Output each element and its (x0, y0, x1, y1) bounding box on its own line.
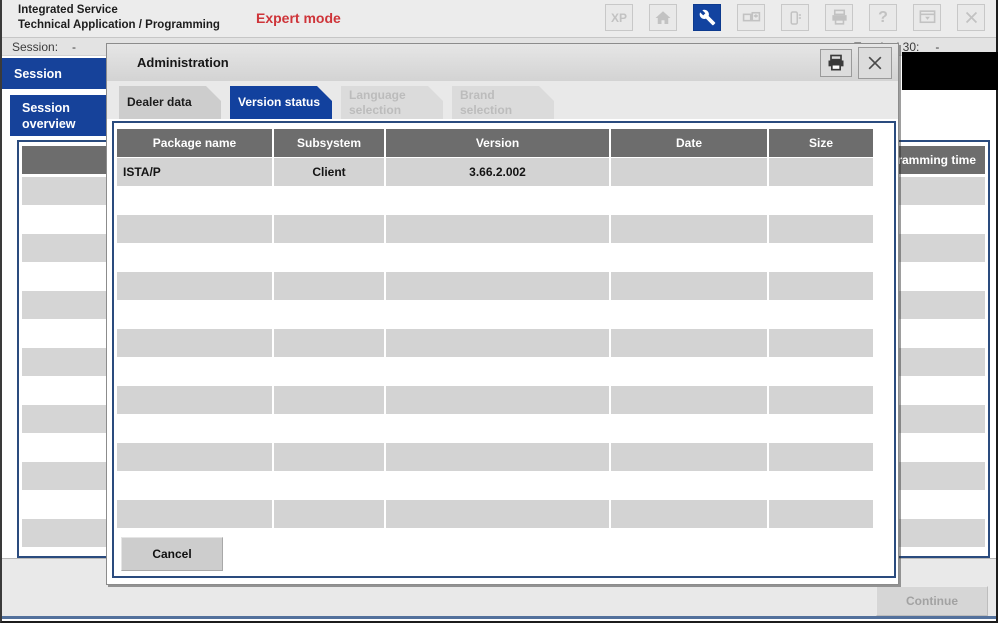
table-cell-empty (117, 329, 272, 357)
toolbar: XP ? (605, 4, 985, 31)
dialog-title: Administration (137, 55, 229, 70)
xp-label: XP (611, 11, 627, 25)
expert-mode-label: Expert mode (256, 10, 341, 26)
table-row-empty (117, 500, 875, 528)
table-cell-empty (274, 386, 384, 414)
column-header-size: Size (769, 129, 873, 157)
cell-subsystem: Client (274, 158, 384, 186)
table-cell-empty (386, 215, 609, 243)
app-header: Integrated Service Technical Application… (2, 0, 996, 38)
table-row[interactable]: ISTA/P Client 3.66.2.002 (117, 158, 875, 186)
close-icon[interactable] (858, 47, 892, 79)
home-icon[interactable] (649, 4, 677, 31)
app-title-line1: Integrated Service (18, 3, 220, 18)
session-value: - (72, 40, 76, 54)
table-cell-empty (386, 386, 609, 414)
table-cell-empty (769, 443, 873, 471)
table-cell-empty (274, 329, 384, 357)
tab-session[interactable]: Session (2, 58, 107, 89)
cancel-button[interactable]: Cancel (121, 537, 223, 571)
column-header-date: Date (611, 129, 767, 157)
tab-dealer-data[interactable]: Dealer data (119, 86, 221, 119)
table-row-empty (117, 272, 875, 300)
help-icon[interactable]: ? (869, 4, 897, 31)
cell-package-name: ISTA/P (117, 158, 272, 186)
battery-icon[interactable] (781, 4, 809, 31)
table-cell-empty (274, 500, 384, 528)
column-header-version: Version (386, 129, 609, 157)
cell-size (769, 158, 873, 186)
table-cell-empty (611, 443, 767, 471)
table-cell-empty (611, 272, 767, 300)
table-cell-empty (117, 443, 272, 471)
table-cell-empty (117, 500, 272, 528)
tab-language-selection: Language selection (341, 86, 443, 119)
table-cell-empty (274, 215, 384, 243)
table-row-empty (117, 443, 875, 471)
table-cell-empty (117, 272, 272, 300)
table-row-empty (117, 329, 875, 357)
tab-brand-selection: Brand selection (452, 86, 554, 119)
window-icon[interactable] (913, 4, 941, 31)
table-cell-empty (611, 215, 767, 243)
printer-icon[interactable] (825, 4, 853, 31)
table-cell-empty (386, 443, 609, 471)
table-cell-empty (386, 272, 609, 300)
help-label: ? (878, 9, 888, 27)
app-title: Integrated Service Technical Application… (18, 3, 220, 32)
table-cell-empty (386, 329, 609, 357)
table-cell-empty (274, 443, 384, 471)
administration-dialog: Administration Dealer data Version statu… (106, 43, 899, 585)
dialog-tabs: Dealer data Version status Language sele… (119, 86, 554, 119)
session-status: Session:- (12, 40, 76, 54)
print-icon[interactable] (820, 49, 852, 77)
tab-version-status[interactable]: Version status (230, 86, 332, 119)
cell-version: 3.66.2.002 (386, 158, 609, 186)
table-cell-empty (117, 215, 272, 243)
table-row-empty (117, 386, 875, 414)
column-header-subsystem: Subsystem (274, 129, 384, 157)
continue-button[interactable]: Continue (876, 586, 988, 616)
table-cell-empty (769, 272, 873, 300)
table-cell-empty (611, 500, 767, 528)
session-label: Session: (12, 40, 58, 54)
table-cell-empty (386, 500, 609, 528)
version-table: Package name Subsystem Version Date Size… (112, 121, 896, 578)
table-cell-empty (611, 329, 767, 357)
table-cell-empty (117, 386, 272, 414)
table-header-row: Package name Subsystem Version Date Size (117, 129, 875, 157)
table-cell-empty (274, 272, 384, 300)
connection-icon[interactable] (737, 4, 765, 31)
cell-date (611, 158, 767, 186)
app-window: Integrated Service Technical Application… (0, 0, 998, 623)
table-cell-empty (769, 500, 873, 528)
table-cell-empty (611, 386, 767, 414)
close-icon[interactable] (957, 4, 985, 31)
table-cell-empty (769, 329, 873, 357)
xp-button[interactable]: XP (605, 4, 633, 31)
column-header-package-name: Package name (117, 129, 272, 157)
table-cell-empty (769, 215, 873, 243)
redacted-region (902, 52, 998, 90)
sidebar-item-session-overview[interactable]: Session overview (10, 95, 107, 136)
table-cell-empty (769, 386, 873, 414)
app-title-line2: Technical Application / Programming (18, 18, 220, 33)
wrench-icon[interactable] (693, 4, 721, 31)
table-row-empty (117, 215, 875, 243)
